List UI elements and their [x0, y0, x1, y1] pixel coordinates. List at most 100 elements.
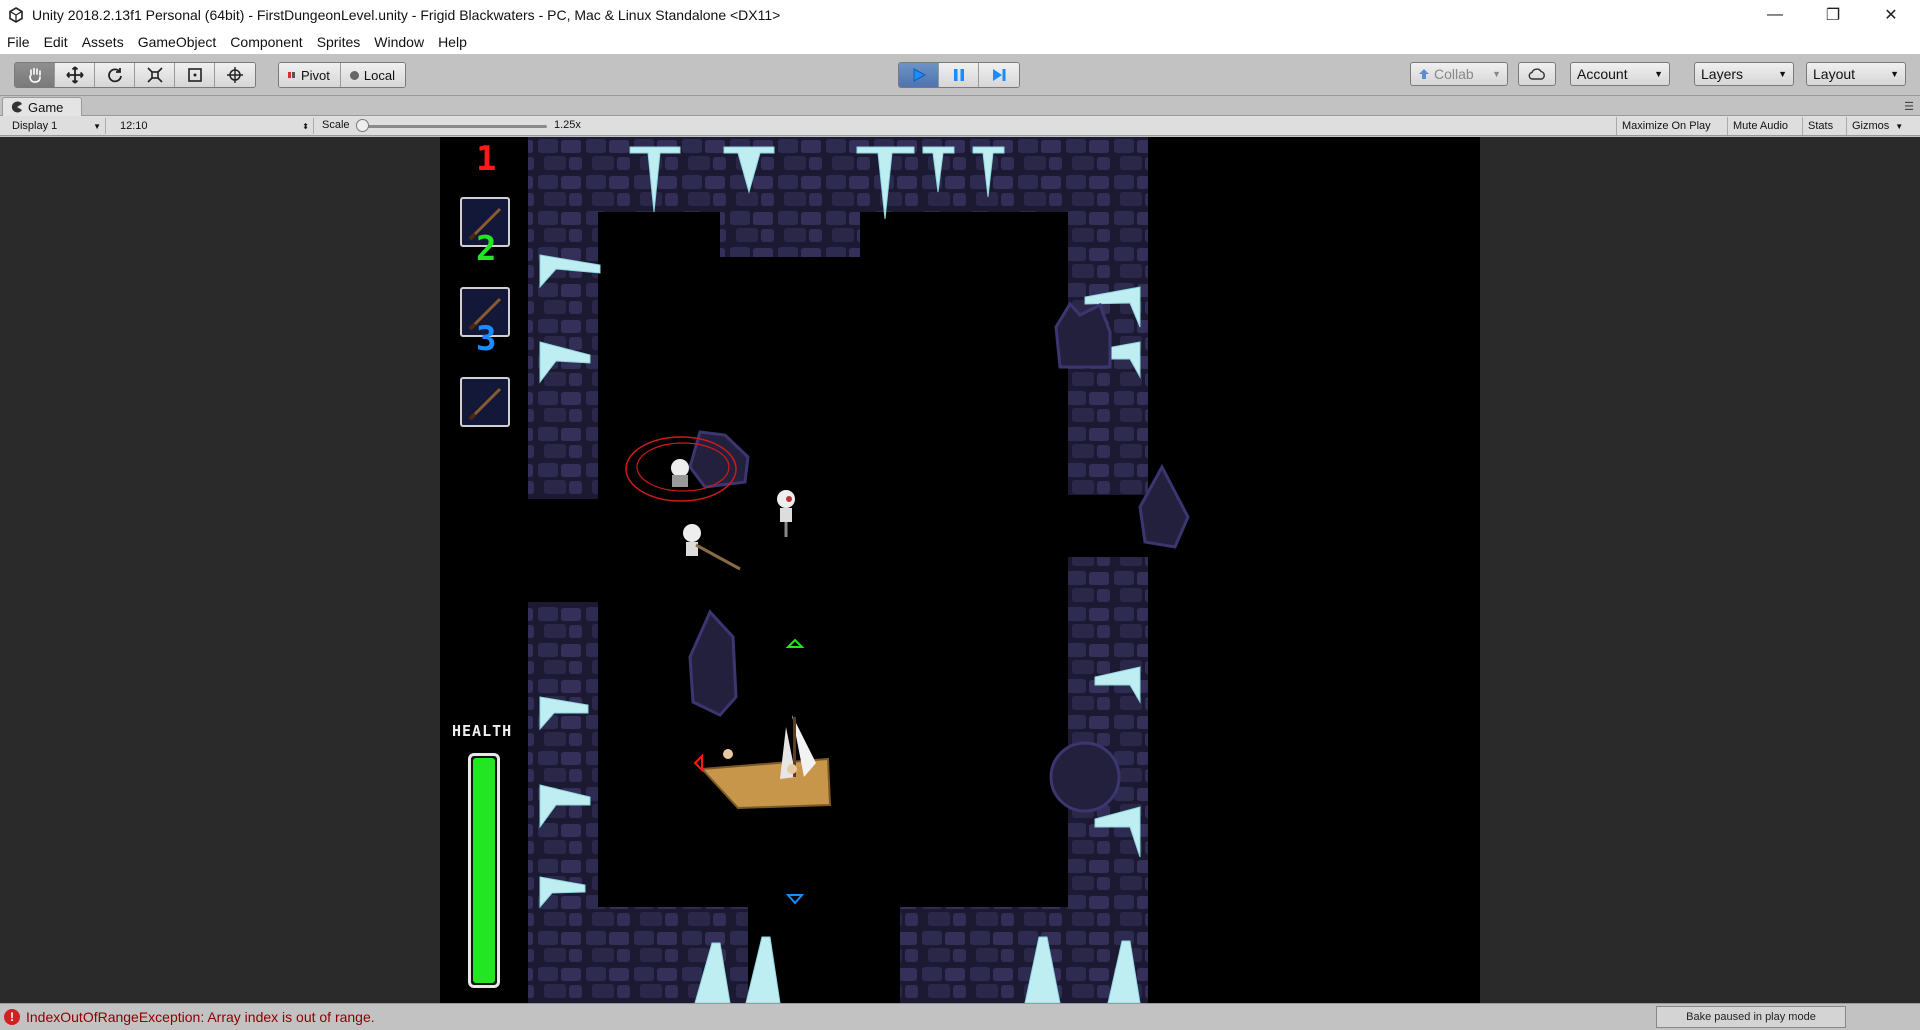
aspect-dropdown[interactable]: 12:10 ⬍	[114, 118, 314, 134]
step-button[interactable]	[979, 63, 1019, 87]
status-bar: ! IndexOutOfRangeException: Array index …	[0, 1003, 1920, 1030]
down-arrow-marker	[785, 894, 805, 905]
account-dropdown[interactable]: Account ▼	[1570, 62, 1670, 86]
minimize-button[interactable]: —	[1746, 0, 1804, 30]
health-bar	[468, 753, 500, 988]
dungeon-scene	[528, 137, 1190, 1003]
game-control-bar: Display 1 ▼ 12:10 ⬍ Scale 1.25x Maximize…	[0, 116, 1920, 136]
menu-window[interactable]: Window	[367, 34, 431, 50]
scale-label: Scale	[322, 119, 350, 131]
main-toolbar: Pivot Local Collab ▼ Account ▼ Layers ▼ …	[0, 54, 1920, 96]
pause-icon	[953, 69, 964, 81]
chevron-down-icon: ▼	[1778, 69, 1787, 79]
pause-button[interactable]	[939, 63, 979, 87]
icicles	[539, 146, 1141, 1003]
local-label: Local	[363, 67, 395, 83]
rect-icon	[187, 68, 202, 82]
scale-slider-track[interactable]	[362, 125, 547, 128]
collab-icon	[1419, 69, 1429, 79]
scale-tool-button[interactable]	[135, 63, 175, 87]
step-icon	[993, 69, 1006, 81]
console-error-message[interactable]: ! IndexOutOfRangeException: Array index …	[4, 1009, 375, 1025]
health-bar-fill	[473, 758, 495, 983]
play-button[interactable]	[899, 63, 939, 87]
slot-number-1: 1	[476, 139, 497, 179]
error-text: IndexOutOfRangeException: Array index is…	[26, 1009, 375, 1025]
tab-game-label: Game	[28, 99, 64, 115]
bake-status: Bake paused in play mode	[1656, 1006, 1846, 1028]
transform-tool-button[interactable]	[215, 63, 255, 87]
transform-tools	[14, 62, 256, 88]
collab-label: Collab	[1434, 66, 1474, 82]
cloud-icon	[1528, 68, 1545, 80]
aspect-value: 12:10	[120, 120, 148, 132]
cloud-button[interactable]	[1518, 62, 1556, 86]
mute-audio-toggle[interactable]: Mute Audio	[1727, 117, 1793, 135]
pivot-toggle-group: Pivot Local	[278, 62, 406, 88]
skeleton-enemy	[777, 490, 795, 537]
display-dropdown[interactable]: Display 1 ▼	[6, 118, 106, 134]
layers-dropdown[interactable]: Layers ▼	[1694, 62, 1794, 86]
chevron-down-icon: ▼	[1492, 69, 1501, 79]
skeleton-enemy	[671, 459, 689, 487]
up-arrow-marker	[785, 638, 805, 648]
menu-edit[interactable]: Edit	[37, 34, 75, 50]
chevron-down-icon: ▼	[1895, 121, 1904, 131]
collab-button[interactable]: Collab ▼	[1410, 62, 1508, 86]
chevron-down-icon: ▼	[93, 121, 101, 131]
display-value: Display 1	[12, 120, 58, 132]
up-down-icon: ⬍	[302, 121, 309, 131]
rect-tool-button[interactable]	[175, 63, 215, 87]
pacman-icon	[11, 101, 22, 113]
menu-gameobject[interactable]: GameObject	[131, 34, 224, 50]
stats-toggle[interactable]: Stats	[1802, 117, 1838, 135]
rotate-tool-button[interactable]	[95, 63, 135, 87]
weapon-slot-3[interactable]	[460, 377, 510, 427]
hand-tool-button[interactable]	[15, 63, 55, 87]
scale-slider-thumb[interactable]	[356, 119, 369, 132]
menu-component[interactable]: Component	[223, 34, 309, 50]
move-tool-button[interactable]	[55, 63, 95, 87]
account-label: Account	[1577, 66, 1628, 82]
restore-button[interactable]: ❐	[1804, 0, 1862, 30]
transform-icon	[227, 67, 243, 83]
local-button[interactable]: Local	[340, 63, 405, 87]
error-icon: !	[4, 1009, 20, 1025]
pivot-button[interactable]: Pivot	[279, 63, 341, 87]
gizmos-label: Gizmos	[1852, 120, 1890, 132]
tab-game[interactable]: Game	[2, 97, 82, 116]
health-label: HEALTH	[452, 722, 513, 740]
local-icon	[349, 70, 359, 80]
playmode-controls	[898, 62, 1020, 88]
rifle-icon	[468, 387, 502, 421]
title-bar: Unity 2018.2.13f1 Personal (64bit) - Fir…	[0, 0, 1920, 30]
gizmos-dropdown[interactable]: Gizmos ▼	[1846, 117, 1908, 135]
pivot-icon	[288, 72, 295, 78]
player-ship	[699, 715, 832, 810]
slot-number-2: 2	[476, 229, 497, 269]
window-title: Unity 2018.2.13f1 Personal (64bit) - Fir…	[32, 7, 781, 23]
chevron-down-icon: ▼	[1654, 69, 1663, 79]
menu-bar: File Edit Assets GameObject Component Sp…	[0, 30, 1920, 54]
play-icon	[913, 68, 926, 82]
pivot-label: Pivot	[301, 67, 330, 83]
panel-menu-icon[interactable]: ☰	[1904, 100, 1914, 113]
layout-dropdown[interactable]: Layout ▼	[1806, 62, 1906, 86]
game-viewport: 1 2 3 HEALTH	[0, 137, 1920, 1003]
left-arrow-marker	[693, 753, 703, 773]
menu-help[interactable]: Help	[431, 34, 474, 50]
layers-label: Layers	[1701, 66, 1744, 82]
chevron-down-icon: ▼	[1890, 69, 1899, 79]
menu-sprites[interactable]: Sprites	[310, 34, 368, 50]
maximize-on-play-toggle[interactable]: Maximize On Play	[1616, 117, 1716, 135]
game-canvas[interactable]: 1 2 3 HEALTH	[440, 137, 1480, 1003]
game-panel-tabbar: Game ☰	[0, 96, 1920, 116]
move-icon	[65, 66, 84, 84]
unity-logo-icon	[6, 5, 26, 25]
close-button[interactable]: ✕	[1862, 0, 1920, 30]
menu-assets[interactable]: Assets	[75, 34, 131, 50]
menu-file[interactable]: File	[0, 34, 37, 50]
layout-label: Layout	[1813, 66, 1856, 82]
slot-number-3: 3	[476, 319, 497, 359]
skeleton-enemy	[683, 524, 741, 571]
